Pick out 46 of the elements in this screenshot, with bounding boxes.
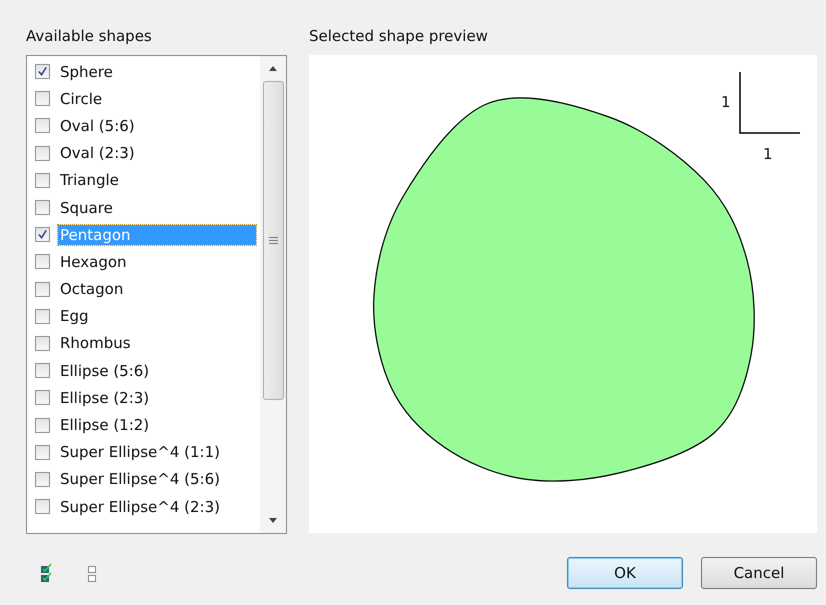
shape-item[interactable]: Square [58, 198, 115, 218]
scroll-down-icon[interactable] [269, 518, 277, 523]
shape-item[interactable]: Ellipse (1:2) [58, 415, 152, 436]
shape-item[interactable]: Circle [58, 88, 104, 109]
shape-item[interactable]: Super Ellipse^4 (5:6) [58, 469, 222, 490]
checkbox[interactable] [35, 336, 50, 351]
checkbox[interactable] [35, 200, 50, 216]
check-all-icon[interactable] [40, 563, 52, 583]
scrollbar[interactable] [260, 56, 286, 533]
shape-item[interactable]: Oval (2:3) [58, 143, 137, 164]
shape-item[interactable]: Sphere [58, 62, 115, 82]
checkbox[interactable] [35, 499, 50, 514]
shape-item[interactable]: Super Ellipse^4 (2:3) [58, 496, 222, 517]
checkbox[interactable] [35, 282, 50, 297]
checkbox[interactable] [35, 363, 50, 378]
shape-item[interactable]: Octagon [58, 279, 126, 300]
checkbox[interactable] [35, 390, 50, 406]
checkbox[interactable] [35, 472, 50, 487]
shape-item[interactable]: Rhombus [58, 333, 133, 354]
checkbox[interactable] [35, 418, 50, 433]
scale-axes-icon [739, 72, 800, 134]
panel-label: Available shapes [26, 26, 152, 46]
shape-item[interactable]: Triangle [58, 170, 121, 190]
dialog-button[interactable]: Cancel [701, 557, 817, 589]
checkbox[interactable] [35, 64, 50, 80]
scale-label: 1 [763, 145, 773, 163]
shape-item[interactable]: Super Ellipse^4 (1:1) [58, 442, 222, 462]
uncheck-all-icon[interactable] [87, 563, 97, 583]
checkbox[interactable] [35, 227, 50, 242]
shape-item[interactable]: Oval (5:6) [58, 116, 137, 136]
checkbox[interactable] [35, 444, 50, 460]
checkbox[interactable] [35, 254, 50, 270]
checkbox[interactable] [35, 91, 50, 106]
shape-item[interactable]: Hexagon [58, 252, 129, 272]
checkbox[interactable] [35, 308, 50, 324]
shape-item[interactable]: Ellipse (5:6) [58, 360, 152, 381]
panel-label: Selected shape preview [309, 26, 488, 46]
scroll-up-icon[interactable] [269, 66, 277, 71]
checkbox[interactable] [35, 146, 50, 161]
scroll-thumb[interactable] [262, 81, 284, 400]
shape-item[interactable]: Ellipse (2:3) [58, 388, 152, 408]
scale-label: 1 [721, 93, 731, 111]
checkbox[interactable] [35, 172, 50, 188]
checkbox[interactable] [35, 118, 50, 134]
dialog-button[interactable]: OK [567, 557, 683, 589]
shape-item[interactable]: Egg [58, 306, 91, 326]
